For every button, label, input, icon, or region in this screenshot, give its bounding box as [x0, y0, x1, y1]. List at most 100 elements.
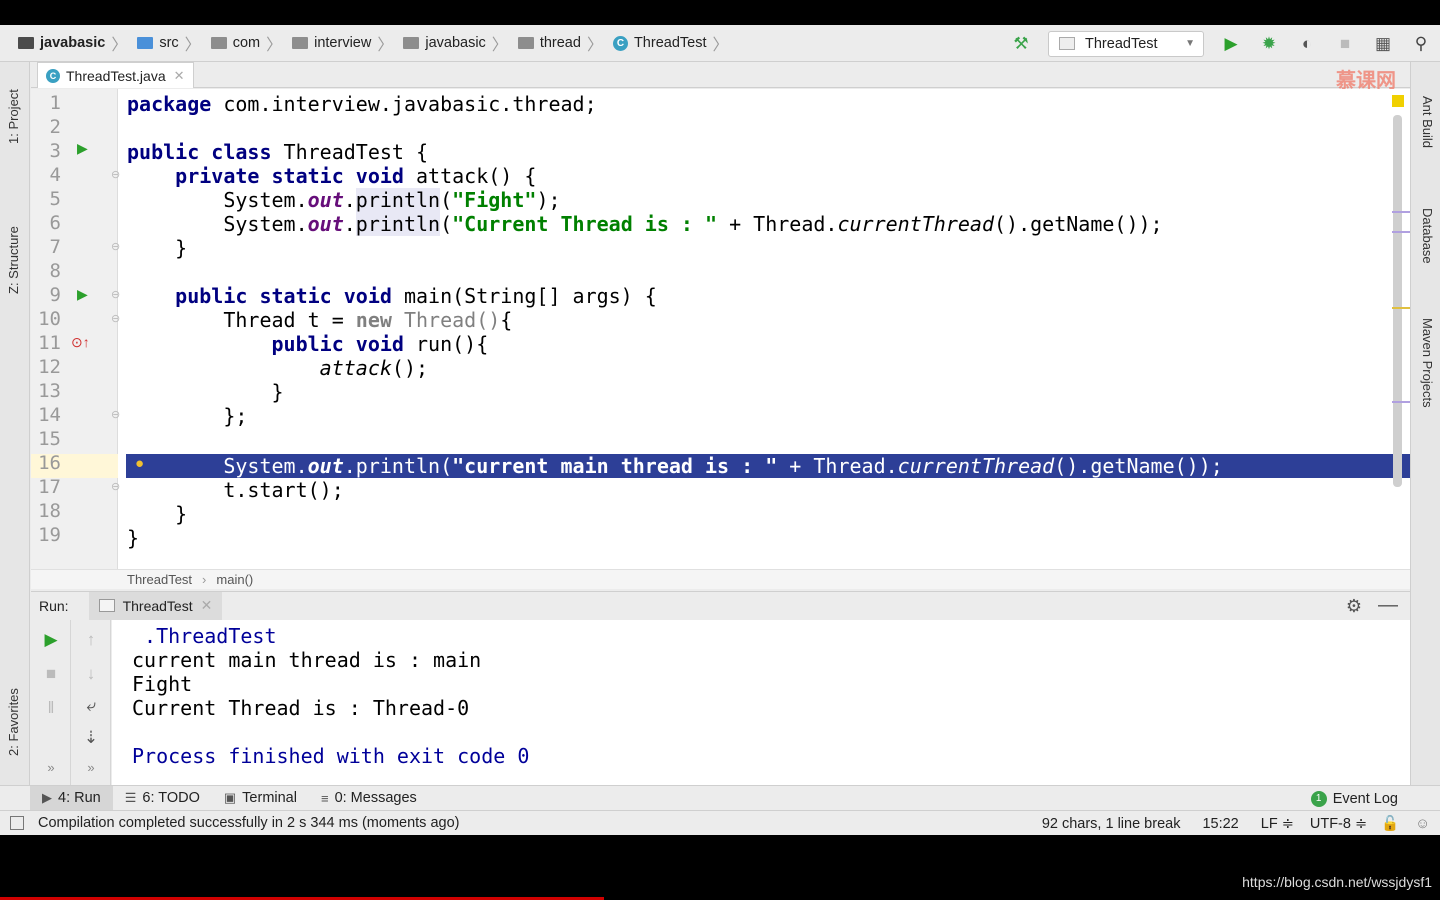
close-icon[interactable]: ✕ [174, 68, 185, 84]
tab-messages[interactable]: ≡ 0: Messages [309, 786, 429, 811]
rerun-icon[interactable]: ▶ [31, 630, 71, 650]
breadcrumb-item[interactable]: src 〉 [131, 25, 204, 62]
fold-icon[interactable]: ⊖ [111, 480, 120, 493]
close-icon[interactable]: ✕ [201, 597, 213, 614]
favorites-tool-tab[interactable]: 2: Favorites [6, 688, 21, 756]
caret-position[interactable]: 15:22 [1202, 816, 1238, 832]
error-stripe-mark[interactable] [1392, 307, 1410, 309]
maven-projects-tool-tab[interactable]: Maven Projects [1420, 318, 1435, 408]
code-text: ().getName()); [994, 212, 1163, 236]
code-line-16: t.start(); [127, 478, 344, 502]
coverage-icon[interactable]: ◐ [1294, 31, 1320, 57]
database-tool-tab[interactable]: Database [1420, 208, 1435, 264]
fold-icon[interactable]: ⊖ [111, 408, 120, 421]
scroll-to-end-icon[interactable]: ⇣ [71, 728, 111, 748]
line-number: 12 [38, 356, 61, 378]
arrow-up-icon[interactable]: ↑ [71, 630, 111, 650]
inspector-icon[interactable]: ☺ [1415, 816, 1430, 832]
stop-icon[interactable]: ■ [1332, 31, 1358, 57]
run-gutter-icon[interactable]: ▶ [77, 286, 88, 303]
code-text: . [343, 212, 356, 236]
line-separator-select[interactable]: LF ≑ [1261, 816, 1294, 832]
run-configuration-select[interactable]: ThreadTest ▼ [1048, 30, 1204, 57]
breadcrumb-item[interactable]: main() [216, 572, 253, 587]
tab-todo[interactable]: ☰ 6: TODO [113, 786, 212, 811]
left-tool-strip: 1: Project Z: Structure 2: Favorites [0, 62, 30, 809]
code-text: System. [127, 454, 308, 478]
error-stripe-mark[interactable] [1392, 401, 1410, 403]
code-line-9: public static void main(String[] args) { [127, 284, 657, 308]
video-source-url: https://blog.csdn.net/wssjdysf1 [1242, 874, 1432, 890]
pause-icon[interactable]: ‖ [31, 698, 71, 718]
code-line-13: } [127, 380, 284, 404]
code-text: (); [391, 356, 429, 380]
run-tab-threadtest[interactable]: ThreadTest ✕ [88, 591, 223, 620]
breadcrumb-item[interactable]: javabasic 〉 [397, 25, 511, 62]
keyword: public class [127, 140, 272, 164]
error-stripe-mark[interactable] [1392, 231, 1410, 233]
search-icon[interactable]: ⚲ [1408, 31, 1434, 57]
code-text: System. [127, 188, 308, 212]
code-line-11: public void run(){ [127, 332, 488, 356]
code-text: main(String[] args) { [391, 284, 657, 308]
inspection-status-icon[interactable] [1392, 95, 1404, 107]
tab-run[interactable]: ▶ 4: Run [30, 785, 113, 811]
ant-build-tool-tab[interactable]: Ant Build [1420, 96, 1435, 148]
code-text: + Thread. [717, 212, 838, 236]
line-number: 2 [49, 116, 61, 138]
editor-tab-threadtest[interactable]: C ThreadTest.java ✕ [37, 62, 194, 88]
run-gutter-icon[interactable]: ▶ [77, 140, 88, 157]
code-text: Thread t = [127, 308, 356, 332]
more-icon[interactable]: » [31, 760, 71, 775]
breadcrumb-item[interactable]: interview 〉 [286, 25, 397, 62]
more-icon[interactable]: » [71, 760, 111, 775]
breadcrumb-item[interactable]: com 〉 [205, 25, 286, 62]
code-line-17: } [127, 502, 188, 526]
chevron-right-icon: 〉 [712, 37, 729, 54]
lock-icon[interactable]: 🔓 [1381, 815, 1399, 832]
breadcrumb-item[interactable]: C ThreadTest 〉 [607, 25, 733, 62]
sdk-icon[interactable]: ▦ [1370, 31, 1396, 57]
soft-wrap-icon[interactable]: ⤶ [71, 696, 111, 716]
structure-tool-tab[interactable]: Z: Structure [6, 226, 21, 294]
stop-icon[interactable]: ■ [31, 664, 71, 684]
chevron-down-icon: ▼ [1185, 38, 1195, 49]
console-output[interactable]: .ThreadTest current main thread is : mai… [112, 620, 1410, 806]
fold-icon[interactable]: ⊖ [111, 288, 120, 301]
override-gutter-icon[interactable]: ⊙↑ [71, 334, 90, 351]
debug-icon[interactable]: ✹ [1256, 31, 1282, 57]
fold-icon[interactable]: ⊖ [111, 168, 120, 181]
static-field: out [307, 454, 344, 478]
code-editor[interactable]: 1 2 3 4 5 6 7 8 9 10 11 12 13 14 15 16 1… [31, 89, 1410, 569]
code-text: System. [127, 212, 308, 236]
breadcrumb-label: interview [314, 35, 372, 51]
breadcrumb: javabasic 〉 src 〉 com 〉 interview 〉 javabasi… [0, 25, 733, 62]
keyword: private static void [127, 164, 404, 188]
breadcrumb-item[interactable]: javabasic 〉 [12, 25, 131, 62]
vertical-scrollbar[interactable] [1393, 115, 1402, 487]
tool-window-toggle-icon[interactable] [10, 816, 24, 830]
gear-icon[interactable]: ⚙ [1346, 596, 1362, 617]
run-icon[interactable]: ▶ [1218, 31, 1244, 57]
breadcrumb-item[interactable]: thread 〉 [512, 25, 607, 62]
tab-terminal[interactable]: ▣ Terminal [212, 786, 309, 811]
breadcrumb-item[interactable]: ThreadTest [127, 572, 192, 587]
console-line: Current Thread is : Thread-0 [132, 696, 470, 720]
folder-icon [517, 37, 534, 49]
fold-icon[interactable]: ⊖ [111, 312, 120, 325]
static-field: out [307, 188, 344, 212]
hammer-icon[interactable]: ⚒ [1008, 31, 1034, 57]
messages-icon: ≡ [320, 790, 329, 806]
fold-icon[interactable]: ⊖ [111, 240, 120, 253]
arrow-down-icon[interactable]: ↓ [71, 664, 111, 684]
project-tool-tab[interactable]: 1: Project [6, 89, 21, 144]
tab-label: 6: TODO [142, 790, 200, 806]
minimize-icon[interactable]: — [1378, 594, 1398, 617]
status-message: Compilation completed successfully in 2 … [38, 815, 460, 831]
error-stripe-mark[interactable] [1392, 211, 1410, 213]
class-icon: C [612, 35, 628, 51]
encoding-select[interactable]: UTF-8 ≑ [1310, 816, 1367, 832]
event-log-button[interactable]: 1 Event Log [1310, 786, 1398, 811]
code-line-15: System.out.println("current main thread … [127, 454, 1222, 478]
